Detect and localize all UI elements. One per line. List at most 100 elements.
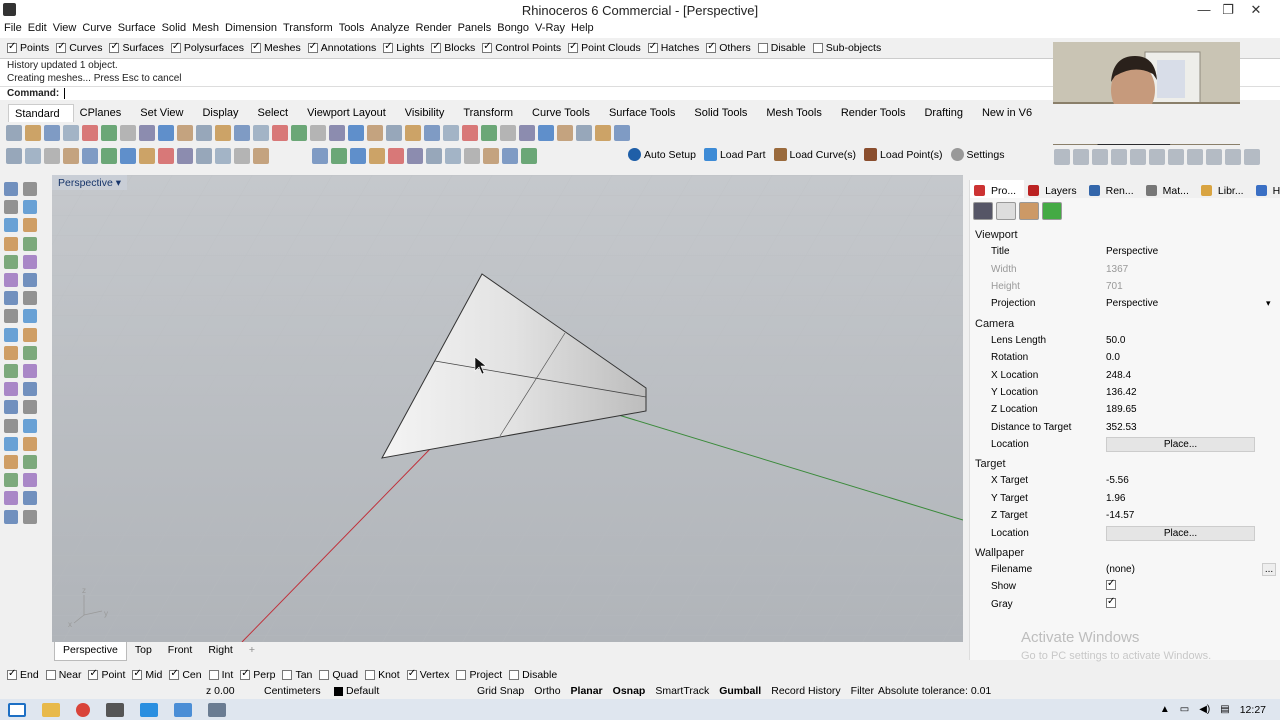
plugin-tool-icon[interactable]: [312, 148, 328, 164]
osnap-int[interactable]: Int: [208, 669, 233, 681]
toolbar-tool-icon[interactable]: [82, 125, 98, 141]
filter-blocks[interactable]: Blocks: [431, 41, 475, 54]
left-tool-icon[interactable]: [23, 291, 37, 306]
toolbar-tool-icon[interactable]: [367, 125, 383, 141]
left-tool-icon[interactable]: [4, 400, 18, 415]
osnap-near[interactable]: Near: [45, 669, 81, 681]
ortho-toggle[interactable]: Ortho: [534, 685, 570, 697]
checkbox[interactable]: [251, 41, 261, 53]
filter-toggle[interactable]: Filter: [851, 685, 878, 697]
osnap-cen[interactable]: Cen: [169, 668, 202, 681]
osnap-end[interactable]: End: [7, 668, 39, 681]
menu-surface[interactable]: Surface: [118, 20, 162, 38]
tab-curve-tools[interactable]: Curve Tools: [526, 104, 603, 122]
plugin-tool-icon[interactable]: [350, 148, 366, 164]
left-tool-icon[interactable]: [4, 291, 18, 306]
chevron-down-icon[interactable]: ▾: [116, 177, 121, 189]
plugin-tool-icon[interactable]: [464, 148, 480, 164]
render-tool-icon[interactable]: [1244, 149, 1260, 165]
plugin-tool-icon[interactable]: [445, 148, 461, 164]
tab-standard[interactable]: Standard: [8, 104, 74, 122]
left-tool-icon[interactable]: [23, 254, 37, 269]
render-tool-icon[interactable]: [1130, 149, 1146, 165]
panel-tab-rendering[interactable]: Ren...: [1085, 180, 1142, 198]
grid-snap-toggle[interactable]: Grid Snap: [477, 685, 534, 697]
left-tool-icon[interactable]: [23, 473, 37, 488]
prop-xloc-value[interactable]: 248.4: [1106, 370, 1280, 381]
left-tool-icon[interactable]: [4, 236, 18, 251]
left-tool-icon[interactable]: [23, 400, 37, 415]
render-tool-icon[interactable]: [1111, 149, 1127, 165]
toolbar-tool-icon[interactable]: [405, 125, 421, 141]
notification-icon[interactable]: ▤: [1220, 704, 1229, 715]
toolbar-tool-icon[interactable]: [310, 125, 326, 141]
browse-file-button[interactable]: ...: [1262, 563, 1276, 577]
layer-readout[interactable]: Default: [346, 685, 477, 697]
toolbar-tool-icon[interactable]: [101, 125, 117, 141]
checkbox[interactable]: [169, 668, 180, 680]
prop-lens-value[interactable]: 50.0: [1106, 335, 1280, 346]
toolbar-tool-icon[interactable]: [386, 125, 402, 141]
toolbar-tool-icon[interactable]: [519, 125, 535, 141]
prop-zloc-value[interactable]: 189.65: [1106, 404, 1280, 415]
tab-solid-tools[interactable]: Solid Tools: [688, 104, 760, 122]
checkbox[interactable]: [456, 669, 467, 680]
left-tool-icon[interactable]: [4, 455, 18, 469]
left-tool-icon[interactable]: [4, 345, 18, 360]
toolbar-tool-icon[interactable]: [557, 125, 573, 141]
toolbar-tool-icon[interactable]: [139, 125, 155, 141]
plugin-tool-icon[interactable]: [407, 148, 423, 164]
left-tool-icon[interactable]: [4, 364, 18, 378]
prop-distance-value[interactable]: 352.53: [1106, 422, 1280, 433]
osnap-perp[interactable]: Perp: [240, 668, 275, 681]
plugin-tool-icon[interactable]: [44, 148, 60, 164]
checkbox[interactable]: [208, 669, 219, 680]
checkbox[interactable]: [568, 41, 579, 53]
filter-lights[interactable]: Lights: [383, 41, 424, 54]
panel-tab-properties[interactable]: Pro...: [970, 180, 1025, 198]
menu-view[interactable]: View: [53, 20, 83, 38]
plugin-tool-icon[interactable]: [502, 148, 518, 164]
tab-mesh-tools[interactable]: Mesh Tools: [760, 104, 834, 122]
toolbar-tool-icon[interactable]: [120, 125, 136, 141]
camera-app-icon[interactable]: [140, 702, 158, 717]
panel-tab-libraries[interactable]: Libr...: [1197, 180, 1252, 198]
toolbar-tool-icon[interactable]: [253, 125, 269, 141]
chevron-down-icon[interactable]: ▾: [1266, 298, 1280, 309]
render-tool-icon[interactable]: [1054, 149, 1070, 165]
menu-bongo[interactable]: Bongo: [497, 20, 535, 38]
viewport-icon[interactable]: [996, 202, 1016, 220]
toolbar-tool-icon[interactable]: [272, 125, 288, 141]
osnap-disable[interactable]: Disable: [509, 669, 557, 681]
checkbox[interactable]: [7, 668, 17, 680]
load-part-button[interactable]: Load Part: [703, 148, 766, 161]
left-tool-icon[interactable]: [4, 254, 18, 269]
menu-analyze[interactable]: Analyze: [370, 20, 415, 38]
filter-annotations[interactable]: Annotations: [307, 41, 376, 54]
checkbox[interactable]: [509, 669, 520, 680]
checkbox[interactable]: [482, 41, 493, 53]
tab-drafting[interactable]: Drafting: [918, 104, 976, 122]
checkbox[interactable]: [132, 668, 143, 680]
app-icon[interactable]: [174, 702, 192, 717]
left-tool-icon[interactable]: [4, 309, 18, 324]
target-place-button[interactable]: Place...: [1106, 525, 1255, 541]
left-tool-icon[interactable]: [4, 273, 18, 287]
prop-ytarget-value[interactable]: 1.96: [1106, 493, 1280, 504]
checkbox[interactable]: [383, 41, 394, 53]
left-tool-icon[interactable]: [4, 418, 18, 433]
rhino-taskbar-icon[interactable]: [106, 702, 124, 717]
windows-start-icon[interactable]: [8, 702, 26, 717]
render-tool-icon[interactable]: [1168, 149, 1184, 165]
menu-solid[interactable]: Solid: [162, 20, 192, 38]
prop-yloc-value[interactable]: 136.42: [1106, 387, 1280, 398]
toolbar-tool-icon[interactable]: [215, 125, 231, 141]
tab-set-view[interactable]: Set View: [134, 104, 196, 122]
plugin-tool-icon[interactable]: [331, 148, 347, 164]
plugin-tool-icon[interactable]: [139, 148, 155, 164]
left-tool-icon[interactable]: [4, 218, 18, 233]
osnap-mid[interactable]: Mid: [132, 668, 162, 681]
render-tool-icon[interactable]: [1187, 149, 1203, 165]
load-curves-button[interactable]: Load Curve(s): [773, 148, 856, 161]
checkbox[interactable]: [88, 668, 99, 680]
